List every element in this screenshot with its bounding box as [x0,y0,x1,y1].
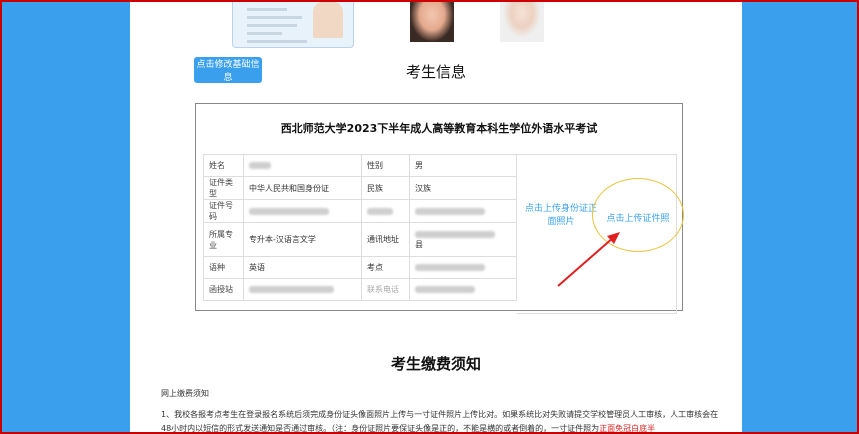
section-title-fee: 考生缴费须知 [390,355,481,373]
value-address: 县 [409,222,517,257]
highlight-circle [592,178,684,252]
value-ethnicity: 汉族 [409,176,517,200]
photo-strip [232,0,652,50]
fee-notice-highlight: 正面免冠白底半 [599,424,656,433]
main-page: 点击修改基础信息 考生信息 西北师范大学2023下半年成人高等教育本科生学位外语… [130,0,742,434]
value-station [243,278,362,301]
candidate-info-table: 姓名 性别 男 证件类型 中华人民共和国身份证 民族 汉族 证件号码 所属专业 … [203,154,517,301]
value-language: 英语 [243,256,362,279]
upload-id-photo-link[interactable]: 点击上传身份证正面照片 [521,203,601,229]
label-station: 函授站 [203,278,244,301]
fee-notice-heading: 网上缴费须知 [161,389,209,398]
value-id-type: 中华人民共和国身份证 [243,176,362,200]
label-redacted [361,199,410,223]
value-id-number [243,199,362,223]
table-row: 所属专业 专升本-汉语言文学 通讯地址 县 [203,222,517,257]
address-suffix: 县 [415,239,423,249]
table-row: 函授站 联系电话 [203,278,517,301]
value-name [243,154,362,177]
label-language: 语种 [203,256,244,279]
label-address: 通讯地址 [361,222,410,257]
value-gender: 男 [409,154,517,177]
label-major: 所属专业 [203,222,244,257]
value-phone [409,278,517,301]
fee-notice-body: 1、我校各报考点考生在登录报名系统后须完成身份证头像面照片上传与一寸证件照片上传… [161,408,721,434]
label-id-number: 证件号码 [203,199,244,223]
table-row: 证件类型 中华人民共和国身份证 民族 汉族 [203,176,517,200]
exam-title: 西北师范大学2023下半年成人高等教育本科生学位外语水平考试 [280,122,598,135]
label-id-type: 证件类型 [203,176,244,200]
value-exam-site [409,256,517,279]
table-row: 姓名 性别 男 [203,154,517,177]
section-title-info: 考生信息 [405,63,466,81]
value-major: 专升本-汉语言文学 [243,222,362,257]
sample-photo [500,0,544,42]
label-name: 姓名 [203,154,244,177]
label-exam-site: 考点 [361,256,410,279]
label-phone: 联系电话 [361,278,410,301]
label-gender: 性别 [361,154,410,177]
compare-photo [410,0,454,42]
table-row: 语种 英语 考点 [203,256,517,279]
label-ethnicity: 民族 [361,176,410,200]
id-card-photo [232,0,354,48]
value-redacted [409,199,517,223]
table-row: 证件号码 [203,199,517,223]
